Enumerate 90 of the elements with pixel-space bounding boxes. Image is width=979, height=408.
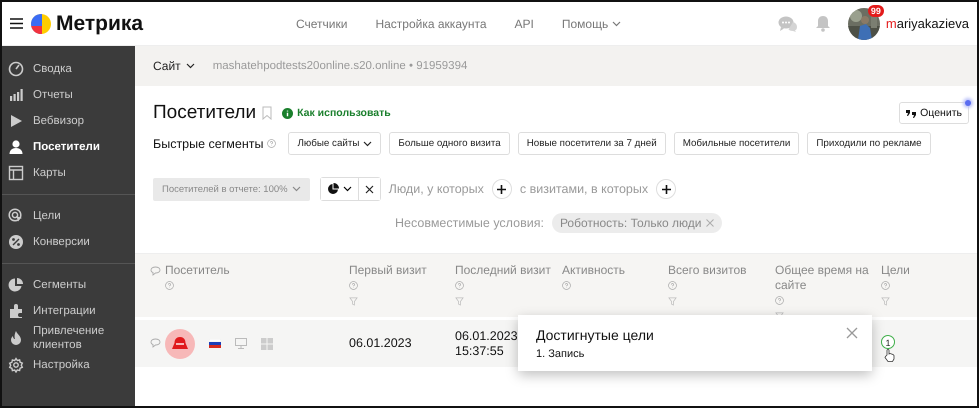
notification-badge: 99 [868,4,884,16]
visits-condition-label: с визитами, в которых [520,182,648,196]
segment-button[interactable]: Больше одного визита [389,132,510,155]
quick-segments-label: Быстрые сегменты [153,136,276,150]
comment-icon[interactable] [150,266,161,276]
sidebar-icon [8,277,24,293]
add-condition-button[interactable] [656,179,676,199]
flag-icon [209,339,221,348]
chevron-icon [186,63,195,69]
logo-icon [31,14,51,34]
info-icon [282,108,294,118]
sidebar-item[interactable]: Вебвизор [2,108,135,134]
sidebar-icon [8,330,24,346]
nav-link[interactable]: API [514,16,534,30]
incompatible-label: Несовместимые условия: [395,216,544,230]
bell-icon[interactable] [816,15,830,32]
table-cell: 06.01.2023 [349,336,412,351]
help-link[interactable]: Как использовать [282,107,391,119]
sidebar-item[interactable]: Карты [2,160,135,186]
menu-icon[interactable] [10,18,23,29]
goal-item: 1. Запись [536,348,586,360]
table-cell: 06.01.2023 15:37:55 [455,328,518,358]
close-icon [846,327,858,339]
nav-link[interactable]: Помощь [562,16,622,30]
sidebar-icon [8,165,24,181]
visitor-avatar[interactable] [165,328,195,358]
help-icon[interactable] [668,281,677,290]
help-icon[interactable] [455,281,464,290]
help-icon[interactable] [349,281,358,290]
desktop-icon [235,338,247,349]
chevron-icon [342,186,352,192]
sidebar-item[interactable]: Настройка [2,352,135,378]
people-condition-label: Люди, у которых [388,182,484,196]
logo-text[interactable]: Метрика [56,12,144,36]
filter-icon[interactable] [881,297,890,306]
filter-icon[interactable] [349,297,358,306]
add-condition-button[interactable] [492,179,512,199]
helmet-icon [172,336,188,350]
sidebar-item[interactable]: Посетители [2,134,135,160]
close-icon[interactable] [706,219,714,227]
sidebar-icon [8,139,24,155]
help-icon[interactable] [881,281,890,290]
popup-title: Достигнутые цели [536,327,655,343]
sidebar-item[interactable]: Привлечение клиентов [2,324,135,352]
chevron-icon [612,20,622,26]
help-icon[interactable] [165,281,174,290]
sidebar-icon [8,61,24,77]
help-icon[interactable] [562,281,571,290]
notification-dot [965,100,971,106]
segment-button[interactable]: Приходили по рекламе [807,132,931,155]
plus-icon [662,184,671,194]
close-button[interactable] [358,178,380,200]
sidebar-icon [8,303,24,319]
windows-icon [261,338,273,350]
filter-icon[interactable] [668,297,677,306]
chat-icon[interactable] [778,16,798,32]
chevron-icon [363,140,372,146]
plus-icon [497,184,506,194]
nav-link[interactable]: Счетчики [296,16,348,30]
segment-button[interactable]: Любые сайты [288,132,382,155]
sidebar-item[interactable]: Конверсии [2,229,135,255]
sidebar-item[interactable]: Сводка [2,56,135,82]
user-login[interactable]: mariyakazieva [886,16,969,31]
chevron-icon [292,186,301,192]
pie-icon [326,183,339,195]
comment-icon[interactable] [150,338,161,348]
sidebar-item[interactable]: Интеграции [2,298,135,324]
goals-count[interactable]: 1 [881,335,895,349]
site-selector[interactable]: Сайт [153,59,195,73]
sidebar-icon [8,113,24,129]
sidebar-item[interactable]: Отчеты [2,82,135,108]
sidebar-item[interactable]: Сегменты [2,272,135,298]
sidebar-icon [8,357,24,373]
hand-cursor-icon [884,349,895,362]
bookmark-icon[interactable] [262,106,272,120]
rate-button[interactable]: Оценить [899,102,969,124]
page-title: Посетители [153,102,256,124]
help-icon[interactable] [267,139,276,148]
segment-button[interactable]: Новые посетители за 7 дней [518,132,666,155]
nav-link[interactable]: Настройка аккаунта [375,16,487,30]
sidebar-icon [8,234,24,250]
site-name: mashatehpodtests20online.s20.online • 91959394 [212,60,468,72]
filter-icon[interactable] [455,297,464,306]
sidebar-item[interactable]: Цели [2,203,135,229]
sidebar-icon [8,208,24,224]
segment-button[interactable]: Мобильные посетители [674,132,800,155]
close-icon [364,184,374,194]
quote-icon [906,108,918,118]
sidebar-icon [8,87,24,103]
help-icon[interactable] [775,296,784,305]
